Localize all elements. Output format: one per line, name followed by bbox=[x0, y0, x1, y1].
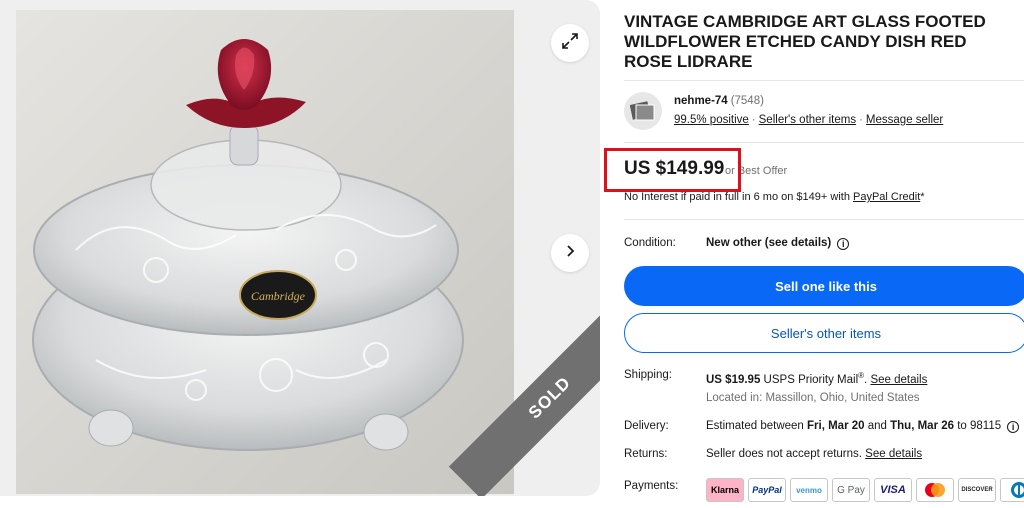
separator: · bbox=[859, 114, 863, 126]
diners-logo bbox=[1000, 478, 1024, 502]
divider bbox=[624, 219, 1024, 220]
separator: · bbox=[751, 114, 756, 126]
delivery-start: Fri, Mar 20 bbox=[807, 420, 865, 432]
expand-icon bbox=[561, 32, 579, 55]
venmo-logo: venmo bbox=[790, 478, 828, 502]
shipping-value: US $19.95 USPS Priority Mail®. See detai… bbox=[706, 371, 927, 386]
expand-image-button[interactable] bbox=[551, 24, 589, 62]
message-seller-link[interactable]: Message seller bbox=[866, 114, 943, 126]
seller-username[interactable]: nehme-74 bbox=[674, 95, 728, 107]
info-icon[interactable]: i bbox=[837, 238, 850, 250]
seller-name[interactable]: nehme-74 (7548) bbox=[674, 95, 764, 107]
delivery-and: and bbox=[864, 420, 891, 432]
condition-text: New other (see details) bbox=[706, 237, 832, 249]
best-offer-label: Best Offer bbox=[737, 165, 788, 177]
image-gallery: Cambridge SOLD bbox=[0, 0, 600, 496]
seller-links: 99.5% positive · Seller's other items · Mess… bbox=[674, 114, 943, 126]
item-title: VINTAGE CAMBRIDGE ART GLASS FOOTED WILDF… bbox=[624, 12, 986, 71]
delivery-prefix: Estimated between bbox=[706, 420, 808, 432]
mastercard-icon bbox=[925, 483, 945, 497]
candy-dish-image: Cambridge bbox=[16, 10, 514, 494]
chevron-right-icon bbox=[563, 244, 577, 263]
returns-details-link[interactable]: See details bbox=[865, 448, 922, 460]
next-image-button[interactable] bbox=[551, 234, 589, 272]
seller-feedback-link[interactable]: 99.5% positive bbox=[674, 114, 749, 126]
visa-logo: VISA bbox=[874, 478, 912, 502]
sellers-other-items-button[interactable]: Seller's other items bbox=[624, 313, 1024, 353]
klarna-logo: Klarna bbox=[706, 478, 744, 502]
returns-text: Seller does not accept returns. bbox=[706, 448, 866, 460]
seller-feedback-count: (7548) bbox=[730, 95, 764, 107]
delivery-end: Thu, Mar 26 bbox=[890, 420, 955, 432]
sell-one-like-this-button[interactable]: Sell one like this bbox=[624, 266, 1024, 306]
paypal-credit-link[interactable]: PayPal Credit bbox=[853, 191, 920, 203]
delivery-zip: to 98115 bbox=[954, 420, 1002, 432]
paypal-logo: PayPal bbox=[748, 478, 786, 502]
shipping-label: Shipping: bbox=[624, 369, 672, 381]
condition-label: Condition: bbox=[624, 237, 676, 249]
shipping-details-link[interactable]: See details bbox=[870, 374, 927, 386]
product-photo[interactable]: Cambridge bbox=[16, 10, 514, 494]
returns-value: Seller does not accept returns. See deta… bbox=[706, 448, 922, 460]
price-highlight-box bbox=[604, 148, 741, 192]
info-icon[interactable]: i bbox=[1007, 421, 1020, 433]
shipping-service: USPS Priority Mail bbox=[760, 373, 859, 386]
condition-value: New other (see details) i bbox=[706, 237, 850, 250]
returns-label: Returns: bbox=[624, 448, 668, 460]
google-pay-logo: G Pay bbox=[832, 478, 870, 502]
delivery-value: Estimated between Fri, Mar 20 and Thu, M… bbox=[706, 420, 1020, 433]
paypal-credit-suffix: * bbox=[920, 191, 925, 203]
item-details: VINTAGE CAMBRIDGE ART GLASS FOOTED WILDF… bbox=[604, 0, 1024, 508]
cambridge-label: Cambridge bbox=[251, 289, 306, 303]
divider bbox=[624, 142, 1024, 143]
diners-icon bbox=[1011, 482, 1024, 498]
payment-methods: Klarna PayPal venmo G Pay VISA DISCOVER bbox=[706, 478, 1024, 502]
delivery-label: Delivery: bbox=[624, 420, 669, 432]
paypal-credit-line: No Interest if paid in full in 6 mo on $… bbox=[624, 191, 925, 203]
seller-avatar-icon bbox=[630, 101, 655, 121]
item-location: Located in: Massillon, Ohio, United Stat… bbox=[706, 392, 920, 404]
mastercard-logo bbox=[916, 478, 954, 502]
payments-label: Payments: bbox=[624, 480, 679, 492]
seller-other-items-link[interactable]: Seller's other items bbox=[759, 114, 856, 126]
shipping-cost: US $19.95 bbox=[706, 373, 761, 386]
divider bbox=[624, 80, 1024, 81]
discover-logo: DISCOVER bbox=[958, 478, 996, 502]
paypal-credit-text: No Interest if paid in full in 6 mo on $… bbox=[624, 191, 853, 203]
seller-avatar[interactable] bbox=[624, 92, 662, 130]
